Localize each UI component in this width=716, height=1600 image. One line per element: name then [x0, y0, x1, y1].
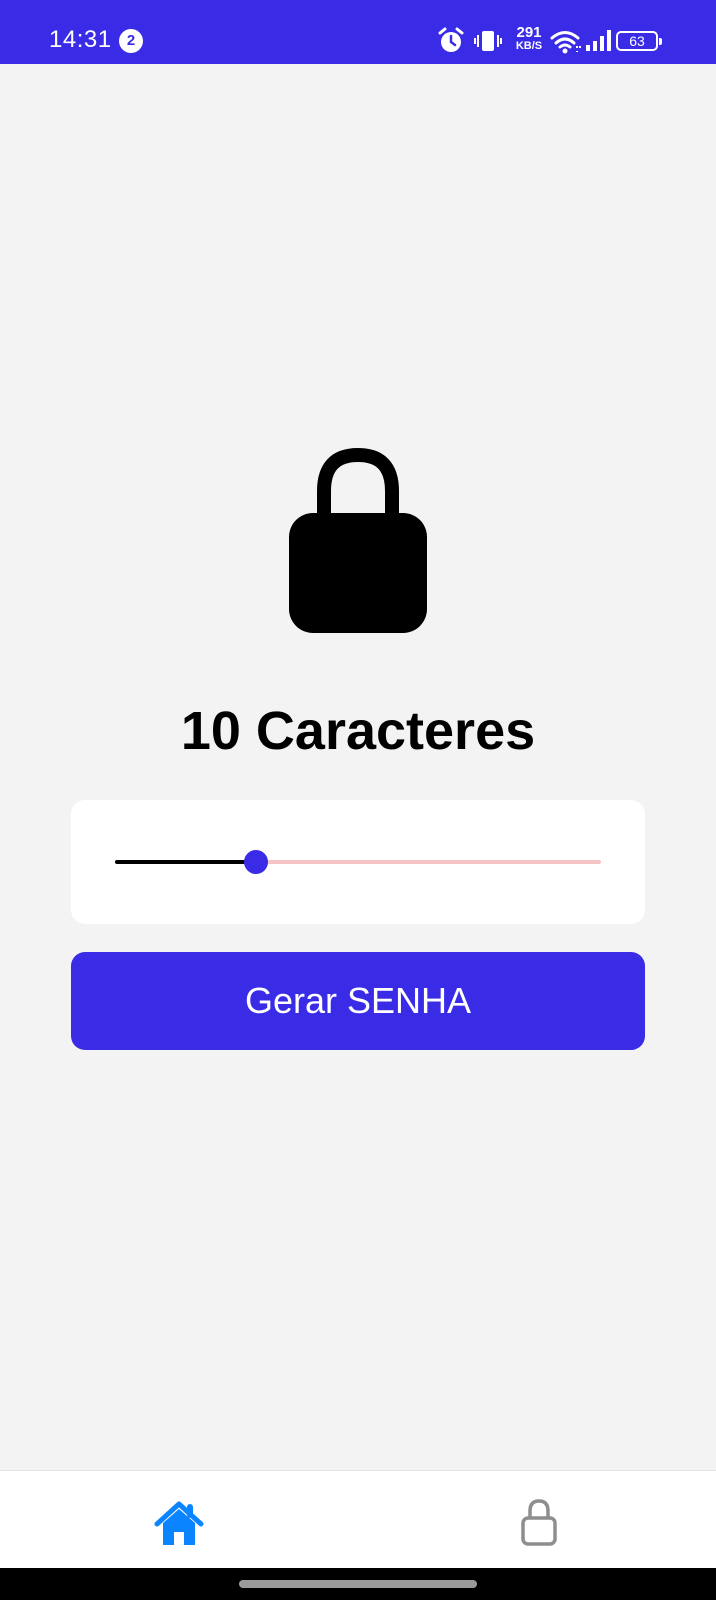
home-gesture-handle[interactable] [239, 1580, 477, 1588]
notification-count-badge: 2 [119, 29, 143, 53]
network-speed-value: 291 [516, 24, 542, 41]
alarm-icon [438, 26, 464, 61]
bottom-tab-bar [0, 1470, 716, 1568]
length-slider[interactable] [71, 800, 645, 924]
system-navigation-bar [0, 1568, 716, 1600]
status-bar: 14:31 2 291 KB/S 63 [0, 0, 716, 64]
slider-track-filled [115, 860, 256, 864]
lock-outline-icon [521, 1499, 557, 1546]
status-time: 14:31 [49, 26, 112, 53]
network-speed: 291 KB/S [512, 24, 546, 52]
slider-thumb[interactable] [243, 850, 268, 874]
signal-icon [584, 26, 614, 61]
length-slider-card [71, 800, 645, 924]
characters-count-title: 10 Caracteres [180, 701, 536, 761]
home-icon [154, 1501, 204, 1545]
status-icons: 291 KB/S 63 [438, 24, 664, 56]
tab-passwords[interactable] [358, 1471, 716, 1569]
wifi-icon [550, 26, 582, 61]
network-speed-unit: KB/S [515, 40, 543, 52]
slider-track-remaining [255, 860, 601, 864]
tab-home[interactable] [0, 1471, 358, 1569]
generate-password-button[interactable]: Gerar SENHA [71, 952, 645, 1050]
vibrate-icon [474, 26, 502, 61]
battery-icon: 63 [616, 31, 662, 51]
lock-icon [289, 447, 427, 633]
